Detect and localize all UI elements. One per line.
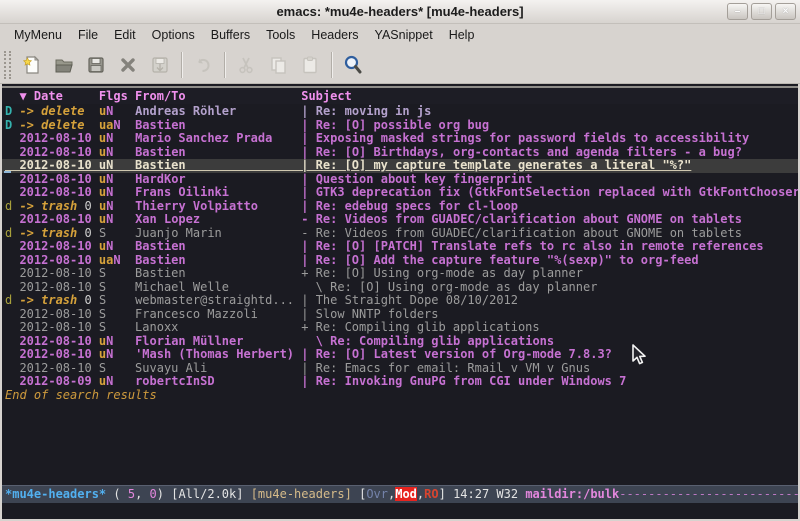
message-row[interactable]: 2012-08-10 S Michael Welle \ Re: [O] Usi… [2,281,798,295]
message-list: D -> delete uN Andreas Röhler | Re: movi… [2,104,798,389]
save-icon [85,54,107,76]
search-button[interactable] [337,49,369,81]
menu-item-buffers[interactable]: Buffers [203,25,258,45]
message-row[interactable]: 2012-08-10 uN Xan Lopez - Re: Videos fro… [2,213,798,227]
echo-area[interactable] [2,502,798,519]
message-row[interactable]: 2012-08-10 uN Florian Müllner \ Re: Comp… [2,335,798,349]
maximize-button[interactable]: □ [751,3,772,20]
message-row[interactable]: 2012-08-10 S Francesco Mazzoli | Slow NN… [2,308,798,322]
new-file-icon [21,54,43,76]
message-row-current[interactable]: 2012-08-10 uN Bastien | Re: [O] my captu… [2,159,798,173]
search-magnifier-icon [341,53,365,77]
close-buffer-button[interactable] [112,49,144,81]
menu-item-options[interactable]: Options [144,25,203,45]
message-row[interactable]: 2012-08-10 uN Bastien | Re: [O] [PATCH] … [2,240,798,254]
end-of-results-label: End of search results [2,389,798,403]
save-button[interactable] [80,49,112,81]
toolbar [0,46,800,84]
menu-item-headers[interactable]: Headers [303,25,366,45]
close-button[interactable]: × [775,3,796,20]
toolbar-separator [331,52,332,78]
menu-item-edit[interactable]: Edit [106,25,144,45]
message-row[interactable]: 2012-08-10 uN 'Mash (Thomas Herbert) | R… [2,348,798,362]
save-as-icon [149,54,171,76]
message-row[interactable]: D -> delete uN Andreas Röhler | Re: movi… [2,105,798,119]
minimize-button[interactable]: – [727,3,748,20]
toolbar-drag-handle[interactable] [4,51,11,79]
menu-item-file[interactable]: File [70,25,106,45]
cut-button [230,49,262,81]
message-row[interactable]: 2012-08-10 S Lanoxx + Re: Compiling glib… [2,321,798,335]
message-row[interactable]: d -> trash 0 uN Thierry Volpiatto | Re: … [2,200,798,214]
save-as-button [144,49,176,81]
message-row[interactable]: d -> trash 0 S Juanjo Marin - Re: Videos… [2,227,798,241]
titlebar[interactable]: emacs: *mu4e-headers* [mu4e-headers] – □… [0,0,800,24]
message-row[interactable]: 2012-08-10 S Suvayu Ali | Re: Emacs for … [2,362,798,376]
toolbar-separator [224,52,225,78]
message-row[interactable]: 2012-08-10 uN Bastien | Re: [O] Birthday… [2,146,798,160]
paste-clipboard-icon [299,54,321,76]
message-row[interactable]: 2012-08-10 uN HardKor | Question about k… [2,173,798,187]
menu-item-help[interactable]: Help [441,25,483,45]
open-file-button[interactable] [48,49,80,81]
window-controls: – □ × [727,3,796,20]
window-title: emacs: *mu4e-headers* [mu4e-headers] [276,4,523,19]
undo-icon [192,54,214,76]
message-row[interactable]: d -> trash 0 S webmaster@straightd... | … [2,294,798,308]
toolbar-separator [181,52,182,78]
copy-icon [267,54,289,76]
message-row[interactable]: D -> delete uaN Bastien | Re: [O] possib… [2,119,798,133]
copy-button [262,49,294,81]
new-file-button[interactable] [16,49,48,81]
menu-item-tools[interactable]: Tools [258,25,303,45]
buffer-area[interactable]: ▼ Date Flgs From/To Subject D -> delete … [2,84,798,519]
message-row[interactable]: 2012-08-10 uN Frans Oilinki | GTK3 depre… [2,186,798,200]
open-folder-icon [53,54,75,76]
headers-column-header: ▼ Date Flgs From/To Subject [2,86,798,104]
undo-button [187,49,219,81]
mouse-cursor-icon [632,344,648,371]
menubar: MyMenuFileEditOptionsBuffersToolsHeaders… [0,24,800,46]
message-row[interactable]: 2012-08-09 uN robertcInSD | Re: Invoking… [2,375,798,389]
paste-button [294,49,326,81]
emacs-window: { "window": { "title": "emacs: *mu4e-hea… [0,0,800,521]
message-row[interactable]: 2012-08-10 uN Mario Sanchez Prada | Expo… [2,132,798,146]
mode-line[interactable]: *mu4e-headers* ( 5, 0) [All/2.0k] [mu4e-… [2,485,798,503]
close-x-icon [117,54,139,76]
cut-scissors-icon [235,54,257,76]
message-row[interactable]: 2012-08-10 uaN Bastien | Re: [O] Add the… [2,254,798,268]
message-row[interactable]: 2012-08-10 S Bastien + Re: [O] Using org… [2,267,798,281]
menu-item-mymenu[interactable]: MyMenu [6,25,70,45]
menu-item-yasnippet[interactable]: YASnippet [367,25,441,45]
